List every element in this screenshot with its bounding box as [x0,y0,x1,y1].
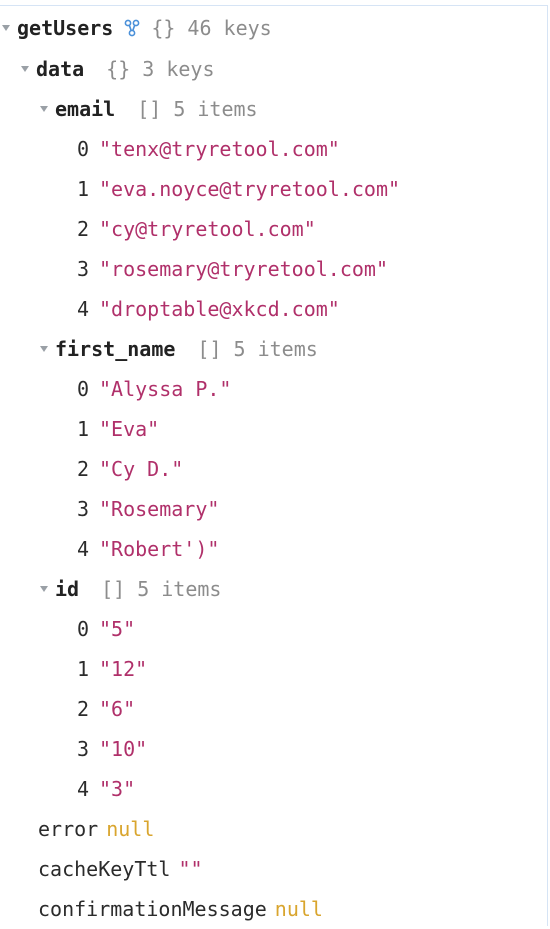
object-brackets: {} [106,57,131,81]
tree-row-data[interactable]: data {} 3 keys [21,49,215,89]
key-label: confirmationMessage [38,897,267,921]
list-item[interactable]: 0 "tenx@tryretool.com" [77,129,340,169]
item-count: 5 items [137,577,222,601]
key-label: email [55,97,116,121]
list-item[interactable]: 4 "droptable@xkcd.com" [77,289,340,329]
type-meta: {} 46 keys [151,16,271,40]
item-index: 1 [77,417,90,441]
json-explorer: getUsers {} 46 keys data {} 3 keys email [… [0,5,548,926]
object-brackets: {} [151,16,176,40]
string-value: "tenx@tryretool.com" [99,137,340,161]
string-value: "rosemary@tryretool.com" [99,257,388,281]
item-index: 3 [77,497,90,521]
key-label: getUsers [17,16,114,40]
tree-row-id[interactable]: id [] 5 items [40,569,221,609]
item-index: 0 [77,377,90,401]
item-index: 0 [77,617,90,641]
string-value: "cy@tryretool.com" [99,217,316,241]
key-count: 46 keys [187,16,272,40]
null-value: null [106,817,155,841]
string-value: "Rosemary" [99,497,220,521]
item-index: 2 [77,457,90,481]
tree-row-cachekeyttl[interactable]: cacheKeyTtl "" [38,849,203,889]
list-item[interactable]: 0 "5" [77,609,135,649]
string-value: "Robert')" [99,537,220,561]
key-label: error [38,817,99,841]
key-count: 3 keys [142,57,215,81]
list-item[interactable]: 3 "rosemary@tryretool.com" [77,249,388,289]
item-index: 4 [77,777,90,801]
tree-row-error[interactable]: error null [38,809,154,849]
key-label: first_name [55,337,176,361]
key-label: id [55,577,80,601]
string-value: "Alyssa P." [99,377,232,401]
string-value: "10" [99,737,148,761]
item-index: 1 [77,177,90,201]
item-count: 5 items [233,337,318,361]
list-item[interactable]: 1 "12" [77,649,147,689]
string-value: "Cy D." [99,457,184,481]
list-item[interactable]: 2 "6" [77,689,135,729]
array-brackets: [] [137,97,162,121]
tree-row-confirmationmessage[interactable]: confirmationMessage null [38,889,323,929]
tree-row-first-name[interactable]: first_name [] 5 items [40,329,318,369]
type-meta: [] 5 items [137,97,257,121]
item-index: 3 [77,737,90,761]
caret-down-icon[interactable] [40,346,48,352]
tree-row-getusers[interactable]: getUsers {} 46 keys [2,8,272,48]
caret-down-icon[interactable] [40,586,48,592]
string-value: "6" [99,697,136,721]
string-value: "eva.noyce@tryretool.com" [99,177,401,201]
list-item[interactable]: 2 "Cy D." [77,449,183,489]
item-index: 0 [77,137,90,161]
type-meta: [] 5 items [101,577,221,601]
list-item[interactable]: 0 "Alyssa P." [77,369,231,409]
string-value: "Eva" [99,417,160,441]
string-value: "3" [99,777,136,801]
list-item[interactable]: 3 "10" [77,729,147,769]
array-brackets: [] [197,337,222,361]
string-value: "droptable@xkcd.com" [99,297,340,321]
item-count: 5 items [173,97,258,121]
type-meta: [] 5 items [197,337,317,361]
key-label: cacheKeyTtl [38,857,171,881]
string-value: "5" [99,617,136,641]
caret-down-icon[interactable] [40,106,48,112]
item-index: 2 [77,697,90,721]
item-index: 4 [77,537,90,561]
item-index: 1 [77,657,90,681]
tree-row-email[interactable]: email [] 5 items [40,89,258,129]
item-index: 4 [77,297,90,321]
list-item[interactable]: 4 "Robert')" [77,529,219,569]
caret-down-icon[interactable] [2,25,10,31]
type-meta: {} 3 keys [106,57,214,81]
link-icon[interactable] [123,19,141,37]
null-value: null [274,897,323,921]
item-index: 3 [77,257,90,281]
caret-down-icon[interactable] [21,66,29,72]
list-item[interactable]: 2 "cy@tryretool.com" [77,209,316,249]
array-brackets: [] [101,577,126,601]
string-value: "12" [99,657,148,681]
list-item[interactable]: 1 "Eva" [77,409,159,449]
item-index: 2 [77,217,90,241]
list-item[interactable]: 3 "Rosemary" [77,489,219,529]
list-item[interactable]: 1 "eva.noyce@tryretool.com" [77,169,400,209]
key-label: data [36,57,85,81]
string-value: "" [178,857,203,881]
list-item[interactable]: 4 "3" [77,769,135,809]
